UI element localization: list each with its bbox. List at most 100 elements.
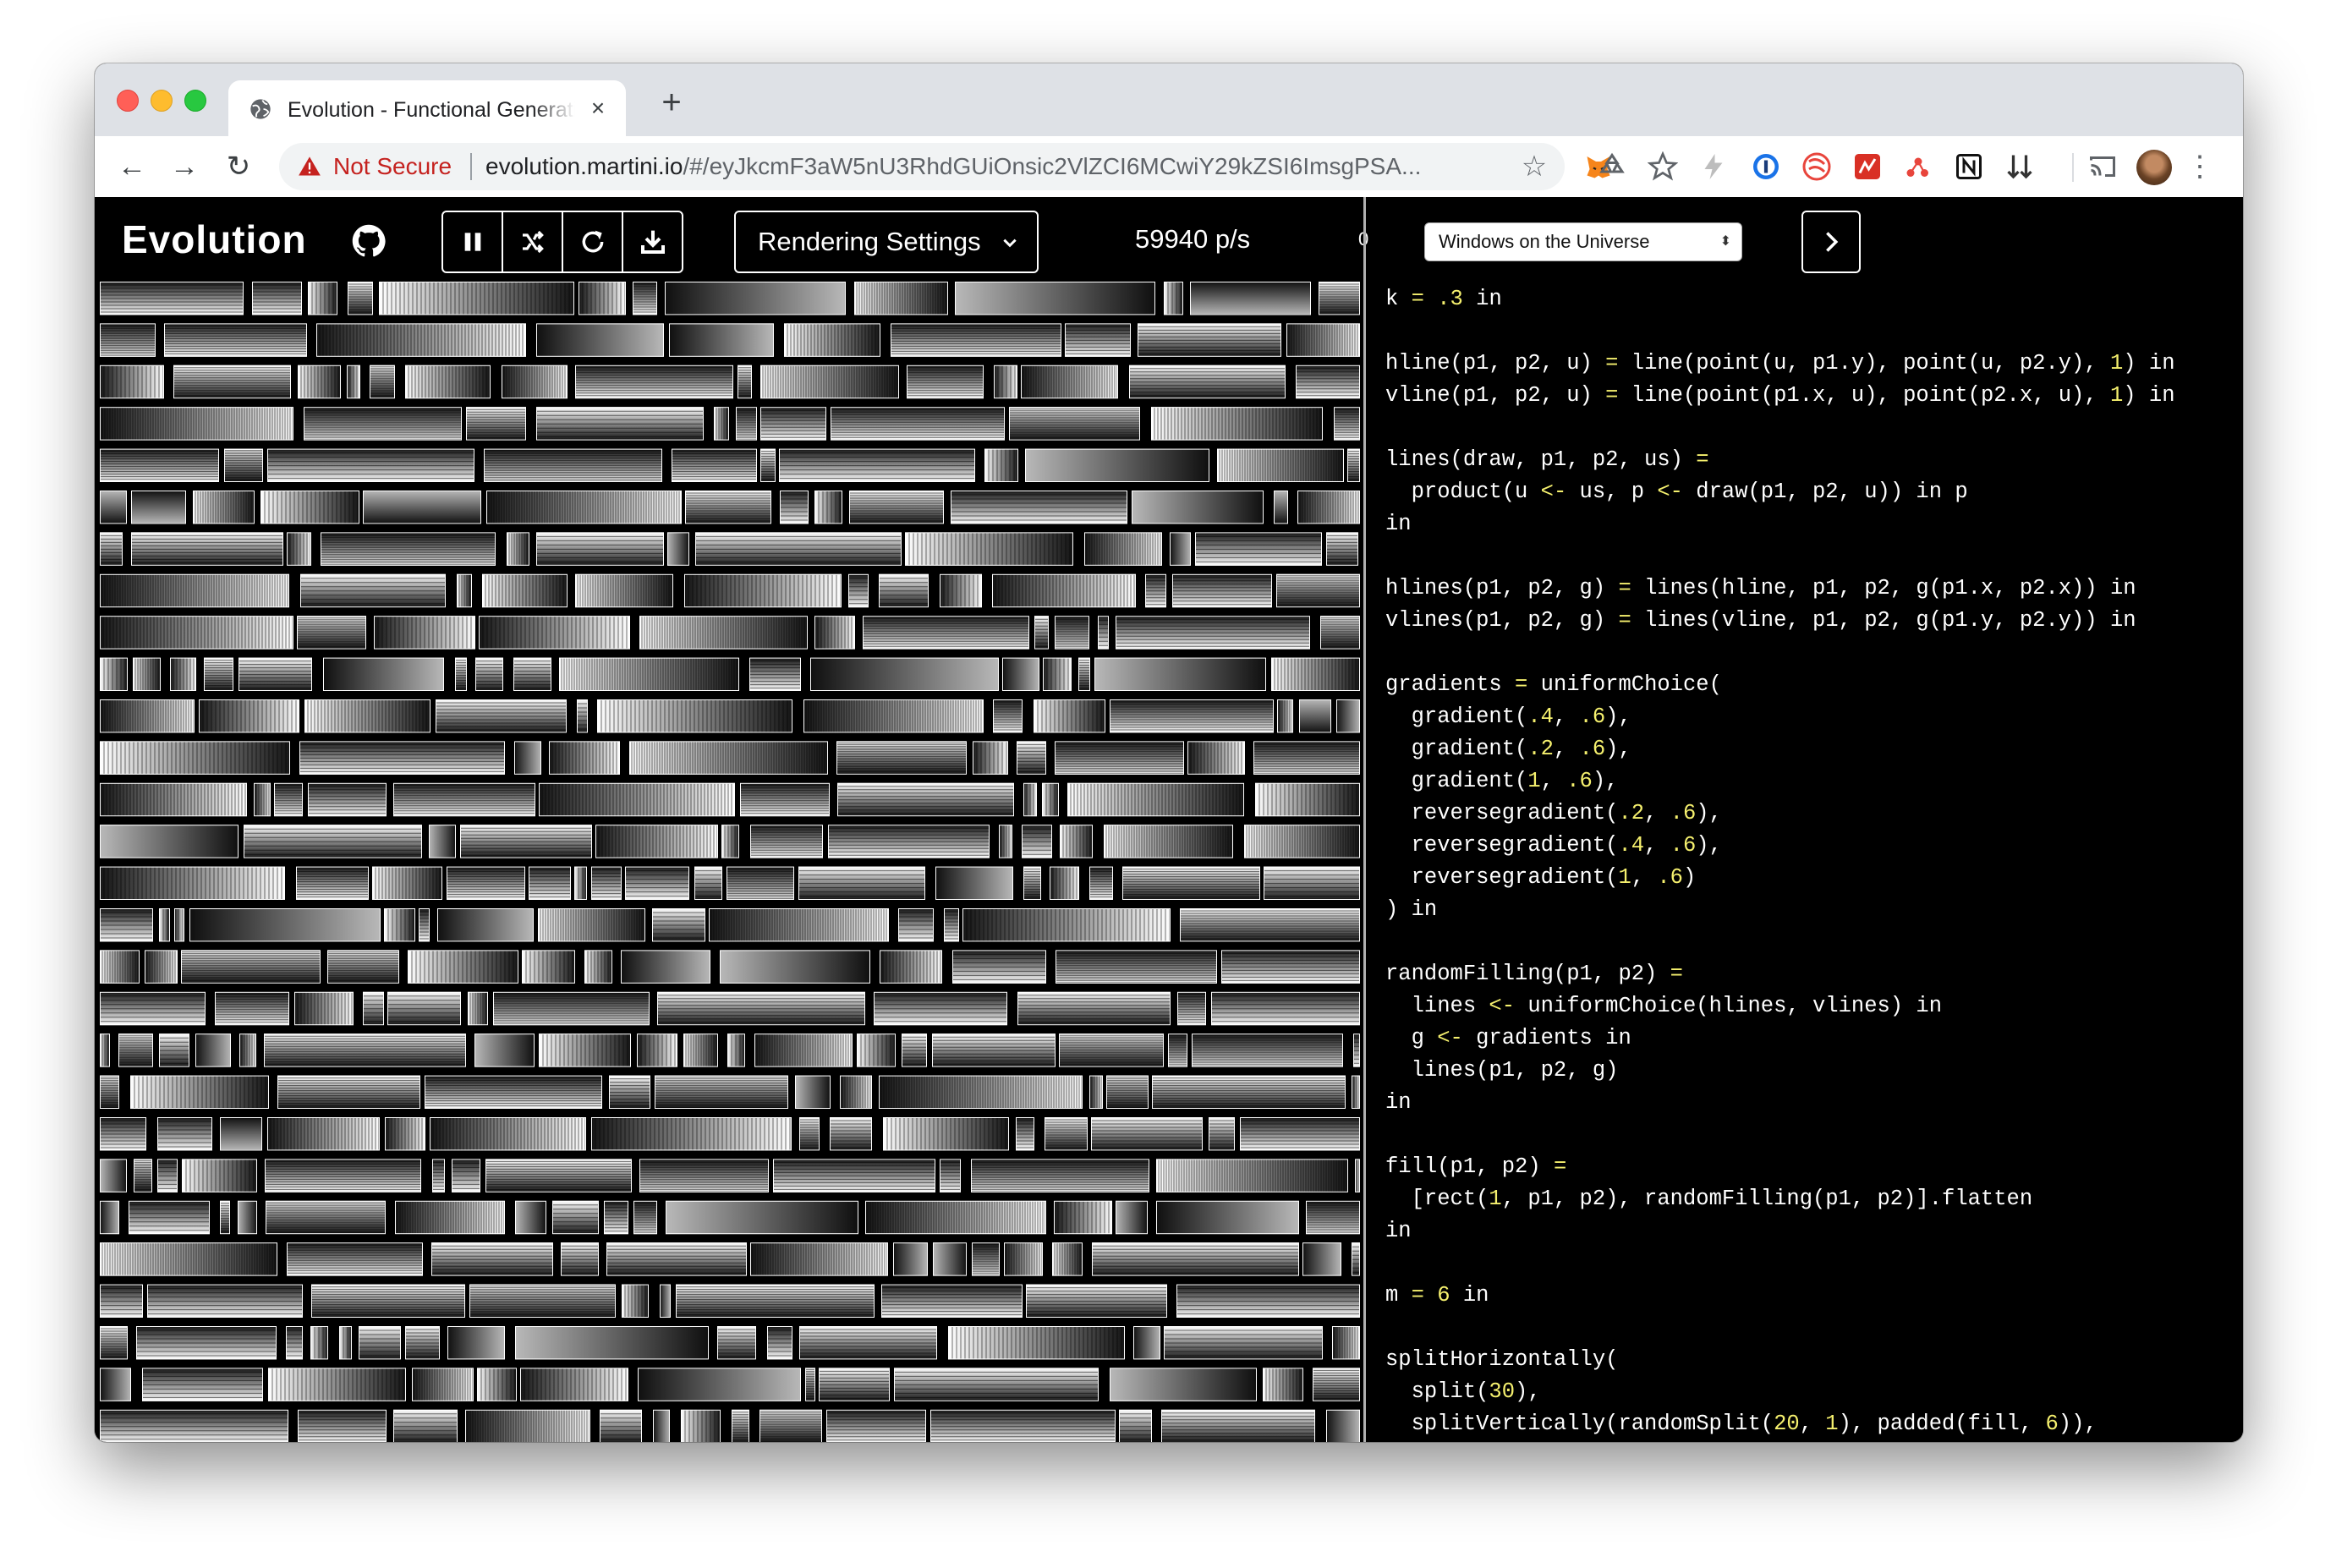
art-block bbox=[940, 573, 982, 608]
art-block bbox=[405, 365, 491, 399]
minimize-window-button[interactable] bbox=[151, 90, 173, 112]
back-button[interactable]: ← bbox=[113, 148, 151, 185]
new-tab-button[interactable]: + bbox=[653, 84, 690, 121]
art-block bbox=[539, 1033, 631, 1067]
reload-button[interactable]: ↻ bbox=[220, 148, 257, 185]
red-app-icon[interactable] bbox=[1851, 150, 1884, 184]
art-block bbox=[767, 1326, 792, 1360]
warning-icon bbox=[299, 156, 321, 176]
scene-select[interactable]: Windows on the Universe ⬍ bbox=[1424, 222, 1742, 261]
next-button[interactable] bbox=[1801, 211, 1861, 273]
art-block bbox=[457, 573, 472, 608]
art-block bbox=[298, 365, 341, 399]
blocker-icon[interactable] bbox=[1800, 150, 1834, 184]
forward-button[interactable]: → bbox=[166, 148, 203, 185]
art-block bbox=[1060, 825, 1093, 858]
globe-icon bbox=[250, 99, 271, 119]
art-block bbox=[431, 1242, 553, 1276]
art-block bbox=[1045, 1117, 1088, 1151]
download-button[interactable] bbox=[623, 212, 682, 271]
art-block bbox=[267, 448, 474, 483]
art-block bbox=[395, 1200, 505, 1235]
bookmark-star-icon[interactable]: ☆ bbox=[1517, 148, 1551, 185]
art-block bbox=[1026, 1284, 1167, 1318]
generative-art-canvas[interactable] bbox=[98, 278, 1362, 1442]
tab-evolution[interactable]: Evolution - Functional Generative Art × bbox=[228, 80, 626, 136]
sort-icon[interactable] bbox=[2003, 150, 2037, 184]
cast-icon[interactable] bbox=[2086, 150, 2119, 184]
art-block bbox=[266, 1200, 386, 1235]
art-block bbox=[1106, 1075, 1149, 1109]
art-block bbox=[840, 1075, 872, 1109]
art-block bbox=[814, 616, 855, 650]
star-outline-icon[interactable] bbox=[1646, 150, 1680, 184]
art-block bbox=[419, 908, 430, 942]
security-label[interactable]: Not Secure bbox=[333, 151, 452, 183]
art-block bbox=[814, 491, 842, 524]
url-text[interactable]: evolution.martini.io/#/eyJkcmF3aW5nU3Rhd… bbox=[485, 151, 1483, 183]
art-block bbox=[971, 1159, 1149, 1192]
bolt-icon[interactable] bbox=[1697, 150, 1730, 184]
recycle-icon[interactable] bbox=[1595, 150, 1629, 184]
molecule-icon[interactable] bbox=[1901, 150, 1935, 184]
art-block bbox=[591, 866, 622, 900]
art-block bbox=[372, 866, 442, 900]
art-block bbox=[252, 282, 302, 315]
art-block bbox=[189, 908, 381, 942]
notion-icon[interactable] bbox=[1952, 150, 1986, 184]
art-block bbox=[100, 532, 123, 566]
art-block bbox=[1055, 741, 1184, 775]
art-block bbox=[857, 1033, 896, 1067]
art-block bbox=[287, 532, 311, 566]
onepassword-icon[interactable] bbox=[1749, 150, 1783, 184]
art-block bbox=[1110, 1368, 1257, 1401]
address-bar[interactable]: Not Secure evolution.martini.io/#/eyJkcm… bbox=[279, 143, 1565, 190]
code-line: ​ bbox=[1385, 1119, 2231, 1151]
art-block bbox=[536, 532, 664, 566]
art-block bbox=[100, 323, 156, 357]
art-block bbox=[1034, 616, 1049, 650]
art-block bbox=[750, 1242, 888, 1276]
art-block bbox=[1217, 448, 1344, 483]
art-block bbox=[493, 991, 650, 1026]
art-block bbox=[447, 866, 525, 901]
art-block bbox=[577, 699, 588, 733]
art-block bbox=[1306, 1200, 1360, 1235]
browser-window: Evolution - Functional Generative Art × … bbox=[95, 63, 2243, 1442]
rendering-settings-button[interactable]: Rendering Settings bbox=[734, 211, 1039, 273]
art-block bbox=[181, 950, 321, 984]
avatar[interactable] bbox=[2136, 150, 2172, 185]
art-block bbox=[984, 448, 1018, 483]
art-block bbox=[515, 1326, 709, 1360]
github-icon[interactable] bbox=[350, 222, 387, 260]
art-block bbox=[264, 1033, 466, 1067]
art-block bbox=[100, 573, 289, 608]
select-arrows-icon: ⬍ bbox=[1719, 234, 1731, 249]
art-block bbox=[994, 365, 1017, 399]
maximize-window-button[interactable] bbox=[184, 90, 206, 112]
panel-divider[interactable] bbox=[1363, 197, 1366, 1442]
art-block bbox=[574, 866, 587, 900]
restart-button[interactable] bbox=[563, 212, 623, 271]
art-block bbox=[881, 1284, 1023, 1318]
art-block bbox=[436, 699, 567, 733]
art-block bbox=[265, 1159, 421, 1192]
close-window-button[interactable] bbox=[117, 90, 139, 112]
art-block bbox=[559, 657, 739, 692]
art-block bbox=[955, 282, 1155, 315]
code-editor[interactable]: k = .3 in ​ hline(p1, p2, u) = line(point(… bbox=[1385, 283, 2231, 1442]
art-block bbox=[1161, 1409, 1315, 1442]
code-line: ​ bbox=[1385, 1247, 2231, 1280]
art-block bbox=[1021, 365, 1118, 399]
close-tab-icon[interactable]: × bbox=[584, 94, 612, 123]
art-block bbox=[633, 282, 657, 315]
art-block bbox=[268, 1368, 406, 1401]
art-block bbox=[902, 1033, 927, 1067]
art-block bbox=[848, 573, 869, 608]
pause-button[interactable] bbox=[443, 212, 503, 271]
browser-menu-icon[interactable]: ⋮ bbox=[2185, 148, 2214, 185]
art-block bbox=[1116, 1200, 1148, 1235]
code-line: m = 6 in bbox=[1385, 1283, 1489, 1308]
art-block bbox=[193, 491, 255, 524]
shuffle-button[interactable] bbox=[503, 212, 563, 271]
